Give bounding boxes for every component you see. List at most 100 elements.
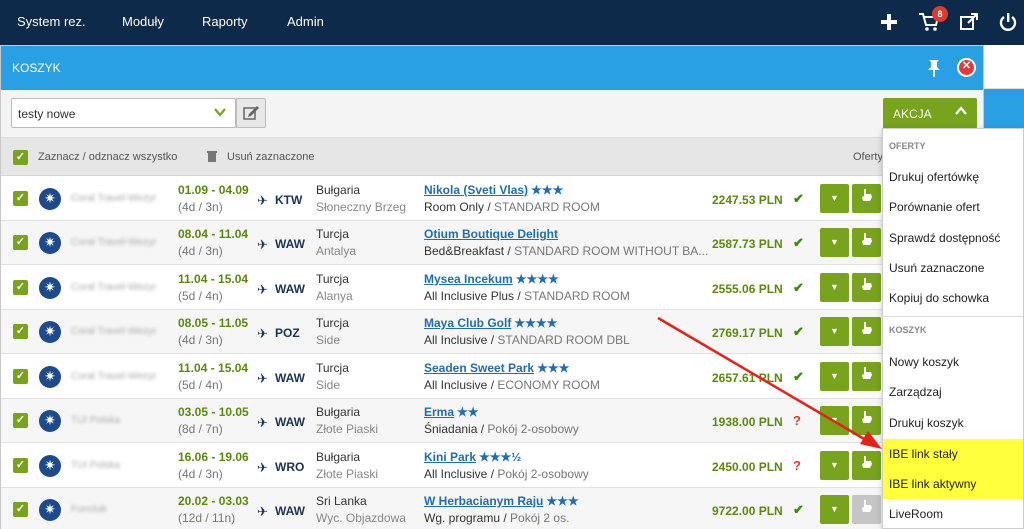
nav-moduly[interactable]: Moduły <box>122 14 164 29</box>
offer-row: ✓ Coral Travel-Wezyr 08.05 - 11.05 (4d /… <box>1 310 983 354</box>
board-and-room: Śniadania / Pokój 2-osobowy <box>424 422 579 436</box>
row-caret-down-button[interactable]: ▼ <box>820 273 849 302</box>
trip-duration: (4d / 3n) <box>178 333 223 347</box>
hotel-link[interactable]: Mysea Incekum ★★★★ <box>424 272 559 286</box>
room-type: STANDARD ROOM <box>524 289 630 303</box>
hotel-link[interactable]: Nikola (Sveti Vlas) ★★★ <box>424 183 563 197</box>
menu-item-print-cart[interactable]: Drukuj koszyk <box>883 408 1023 438</box>
hotel-link[interactable]: Erma ★★ <box>424 405 479 419</box>
offers-label: Oferty <box>853 151 883 163</box>
menu-item-new-cart[interactable]: Nowy koszyk <box>883 347 1023 377</box>
row-checkbox[interactable]: ✓ <box>13 502 28 517</box>
availability-status-icon: ? <box>793 413 801 428</box>
hotel-name[interactable]: Otium Boutique Delight <box>424 227 558 241</box>
hotel-link[interactable]: Maya Club Golf ★★★★ <box>424 316 557 330</box>
power-icon[interactable] <box>994 8 1022 36</box>
hotel-name[interactable]: Mysea Incekum <box>424 272 513 286</box>
board-type: All Inclusive Plus <box>424 289 515 303</box>
operator-logo-icon <box>39 499 61 521</box>
hotel-link[interactable]: Seaden Sweet Park ★★★ <box>424 361 569 375</box>
row-caret-down-button[interactable]: ▼ <box>820 362 849 391</box>
availability-status-icon: ✔ <box>793 324 804 339</box>
board-and-room: Wg. programu / Pokój 2 os. <box>424 511 570 525</box>
menu-item-liveroom[interactable]: LiveRoom <box>883 499 1023 529</box>
row-caret-down-button[interactable]: ▼ <box>820 406 849 435</box>
row-checkbox[interactable]: ✓ <box>13 458 28 473</box>
menu-divider <box>883 316 1023 317</box>
operator-name: Coral Travel-Wezyr <box>71 326 157 337</box>
row-checkbox[interactable]: ✓ <box>13 413 28 428</box>
trip-dates: 03.05 - 10.05 <box>178 405 249 419</box>
panel-title: KOSZYK <box>12 61 61 75</box>
select-all-label[interactable]: Zaznacz / odznacz wszystko <box>38 151 177 163</box>
action-dropdown-button[interactable]: AKCJA <box>883 98 977 129</box>
row-checkbox[interactable]: ✓ <box>13 280 28 295</box>
row-reservation-button[interactable] <box>852 228 881 257</box>
nav-raporty[interactable]: Raporty <box>202 14 248 29</box>
board-and-room: All Inclusive Plus / STANDARD ROOM <box>424 289 630 303</box>
cart-select[interactable]: testy nowe <box>11 98 236 128</box>
external-link-icon[interactable] <box>955 8 983 36</box>
nav-system-rez[interactable]: System rez. <box>17 14 86 29</box>
departure-airport: WAW <box>275 415 305 429</box>
menu-item-compare-offers[interactable]: Porównanie ofert <box>883 192 1023 222</box>
hotel-name[interactable]: W Herbacianym Raju <box>424 494 543 508</box>
plane-icon: ✈ <box>257 326 268 341</box>
pin-icon[interactable] <box>925 58 943 78</box>
row-checkbox[interactable]: ✓ <box>13 324 28 339</box>
offer-row: ✓ TUI Polska 16.06 - 19.06 (4d / 3n) ✈ W… <box>1 444 983 488</box>
trash-icon[interactable] <box>207 150 217 162</box>
row-reservation-button[interactable] <box>852 184 881 213</box>
select-all-checkbox[interactable]: ✓ <box>13 150 28 165</box>
row-checkbox[interactable]: ✓ <box>13 369 28 384</box>
hotel-link[interactable]: Kini Park ★★★½ <box>424 450 521 464</box>
row-caret-down-button[interactable]: ▼ <box>820 228 849 257</box>
row-caret-down-button[interactable]: ▼ <box>820 317 849 346</box>
board-type: Bed&Breakfast <box>424 244 505 258</box>
row-reservation-button[interactable] <box>852 317 881 346</box>
operator-name: Coral Travel-Wezyr <box>71 282 157 293</box>
hotel-name[interactable]: Maya Club Golf <box>424 316 511 330</box>
trip-dates: 11.04 - 15.04 <box>178 361 249 375</box>
menu-item-manage[interactable]: Zarządzaj <box>883 377 1023 407</box>
row-caret-down-button[interactable]: ▼ <box>820 184 849 213</box>
nav-admin[interactable]: Admin <box>287 14 324 29</box>
room-type: STANDARD ROOM DBL <box>497 333 630 347</box>
trip-duration: (4d / 3n) <box>178 244 223 258</box>
row-checkbox[interactable]: ✓ <box>13 235 28 250</box>
row-reservation-button[interactable] <box>852 495 881 524</box>
board-type: All Inclusive <box>424 378 488 392</box>
trip-duration: (4d / 3n) <box>178 200 223 214</box>
menu-item-check-availability[interactable]: Sprawdź dostępność <box>883 223 1023 253</box>
hotel-name[interactable]: Erma <box>424 405 454 419</box>
board-and-room: All Inclusive / STANDARD ROOM DBL <box>424 333 630 347</box>
departure-airport: WAW <box>275 237 305 251</box>
row-caret-down-button[interactable]: ▼ <box>820 451 849 480</box>
menu-item-ibe-link-active[interactable]: IBE link aktywny <box>883 469 1023 499</box>
edit-cart-button[interactable] <box>236 98 266 128</box>
menu-item-copy-to-clipboard[interactable]: Kopiuj do schowka <box>883 283 1023 313</box>
hotel-link[interactable]: Otium Boutique Delight <box>424 227 561 241</box>
menu-item-delete-selected[interactable]: Usuń zaznaczone <box>883 253 1023 283</box>
trip-duration: (12d / 11n) <box>178 511 236 525</box>
close-icon[interactable]: ✕ <box>957 58 976 77</box>
hotel-link[interactable]: W Herbacianym Raju ★★★ <box>424 494 579 508</box>
cart-toolbar: testy nowe AKCJA <box>1 90 983 138</box>
row-checkbox[interactable]: ✓ <box>13 191 28 206</box>
hotel-name[interactable]: Nikola (Sveti Vlas) <box>424 183 528 197</box>
board-and-room: Bed&Breakfast / STANDARD ROOM WITHOUT BA… <box>424 244 709 258</box>
menu-item-print-offer[interactable]: Drukuj ofertówkę <box>883 162 1023 192</box>
delete-selected-label[interactable]: Usuń zaznaczone <box>227 151 314 163</box>
menu-item-ibe-link-permanent[interactable]: IBE link stały <box>883 439 1023 469</box>
row-caret-down-button[interactable]: ▼ <box>820 495 849 524</box>
operator-name: Coral Travel-Wezyr <box>71 237 157 248</box>
row-reservation-button[interactable] <box>852 451 881 480</box>
row-reservation-button[interactable] <box>852 362 881 391</box>
destination-country: Turcja <box>316 316 349 330</box>
plus-icon[interactable] <box>875 8 903 36</box>
row-reservation-button[interactable] <box>852 406 881 435</box>
row-reservation-button[interactable] <box>852 273 881 302</box>
hotel-name[interactable]: Seaden Sweet Park <box>424 361 534 375</box>
hotel-name[interactable]: Kini Park <box>424 450 476 464</box>
departure-airport: WRO <box>275 460 305 474</box>
